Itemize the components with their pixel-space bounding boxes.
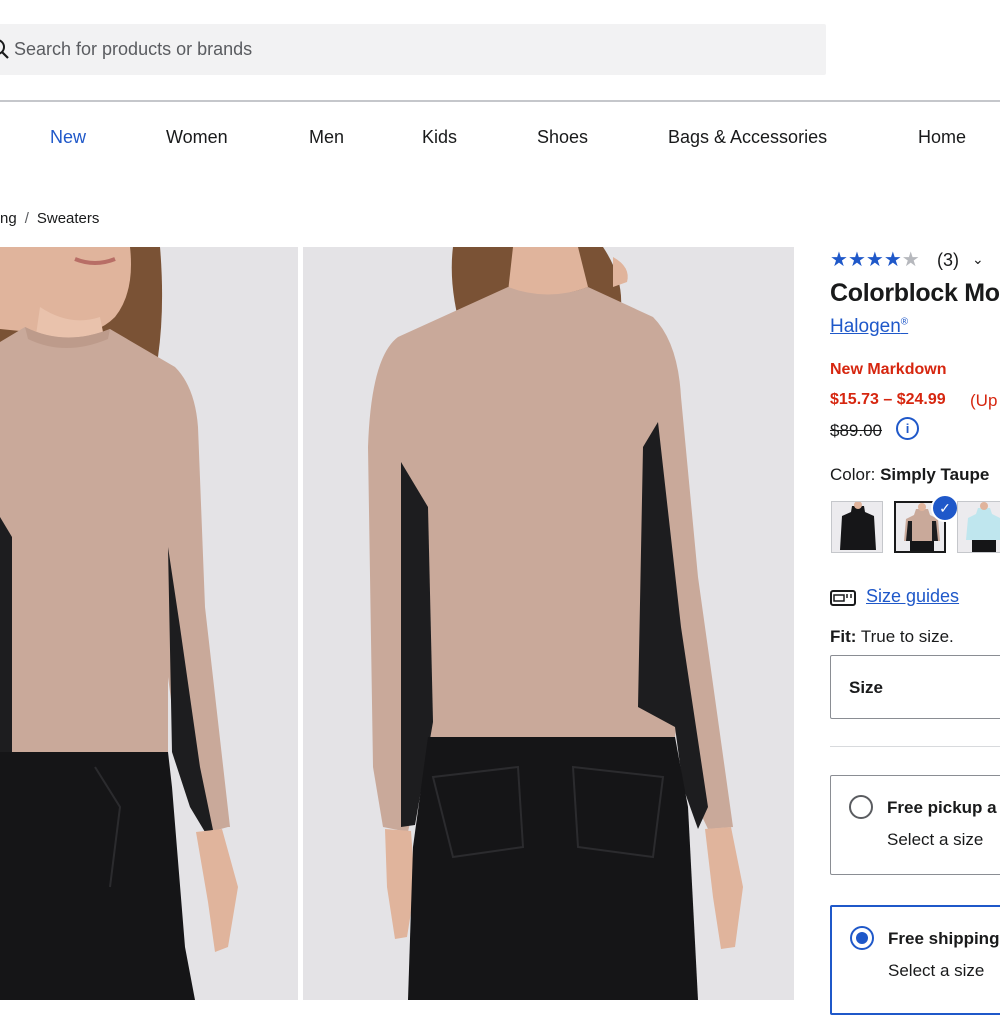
brand-link[interactable]: Halogen®	[830, 316, 908, 338]
markdown-badge: New Markdown	[830, 361, 947, 378]
size-select[interactable]: Size	[830, 655, 1000, 719]
selected-check-icon: ✓	[931, 494, 959, 522]
color-label: Color: Simply Taupe	[830, 465, 989, 485]
brand-registered-mark: ®	[900, 316, 909, 328]
nav-home[interactable]: Home	[918, 127, 966, 148]
product-image-back[interactable]	[303, 247, 794, 1000]
product-title: Colorblock Mo	[830, 279, 1000, 307]
swatch-black-image	[832, 502, 882, 552]
nav-women[interactable]: Women	[166, 127, 228, 148]
pickup-title: Free pickup a	[887, 798, 997, 817]
sale-price: $15.73 – $24.99	[830, 391, 946, 408]
star-icon: ★	[830, 249, 848, 271]
color-label-text: Color:	[830, 465, 876, 484]
search-icon[interactable]	[0, 38, 10, 60]
breadcrumb: ng / Sweaters	[0, 210, 99, 227]
info-icon[interactable]: i	[896, 417, 919, 440]
fulfillment-option-shipping[interactable]: Free shipping Select a size	[830, 905, 1000, 1015]
fit-value: True to size.	[860, 627, 954, 646]
size-guides-link[interactable]: Size guides	[866, 586, 959, 607]
review-count[interactable]: (3)	[937, 250, 959, 271]
star-icon: ★	[883, 249, 902, 271]
fulfillment-option-pickup[interactable]: Free pickup a Select a size	[830, 775, 1000, 875]
nav-shoes[interactable]: Shoes	[537, 127, 588, 148]
swatch-black[interactable]	[831, 501, 883, 553]
shipping-title: Free shipping	[888, 929, 1000, 948]
original-price: $89.00	[830, 421, 882, 440]
header-divider	[0, 100, 1000, 102]
nav-kids[interactable]: Kids	[422, 127, 457, 148]
shipping-radio[interactable]	[850, 926, 874, 950]
section-divider	[830, 746, 1000, 747]
product-photo-front	[0, 247, 238, 1000]
chevron-down-icon[interactable]: ⌄	[972, 251, 984, 268]
size-guide-icon	[830, 590, 856, 606]
fit-info: Fit: True to size.	[830, 627, 954, 647]
breadcrumb-item-clothing[interactable]: ng	[0, 210, 17, 227]
rating-stars[interactable]: ★★★★★	[830, 250, 920, 271]
star-icon: ★	[901, 249, 920, 271]
breadcrumb-separator: /	[24, 210, 29, 227]
breadcrumb-item-sweaters[interactable]: Sweaters	[37, 210, 100, 227]
pickup-subtitle: Select a size	[887, 830, 984, 849]
swatch-light-blue[interactable]	[957, 501, 1000, 553]
brand-name: Halogen	[830, 316, 901, 337]
fit-label: Fit:	[830, 627, 857, 646]
search-input[interactable]	[14, 24, 794, 75]
product-image-front[interactable]	[0, 247, 298, 1000]
product-photo-back	[368, 247, 743, 1000]
search-bar[interactable]	[0, 24, 826, 75]
size-select-label: Size	[849, 678, 884, 697]
swatch-blue-image	[958, 502, 1000, 552]
star-icon: ★	[847, 249, 866, 271]
savings-text: (Up	[970, 391, 998, 410]
shipping-subtitle: Select a size	[888, 961, 985, 980]
nav-new[interactable]: New	[50, 127, 86, 148]
star-icon: ★	[865, 249, 884, 271]
nav-bags-accessories[interactable]: Bags & Accessories	[668, 127, 827, 148]
pickup-radio[interactable]	[849, 795, 873, 819]
color-value: Simply Taupe	[880, 465, 990, 484]
nav-men[interactable]: Men	[309, 127, 344, 148]
